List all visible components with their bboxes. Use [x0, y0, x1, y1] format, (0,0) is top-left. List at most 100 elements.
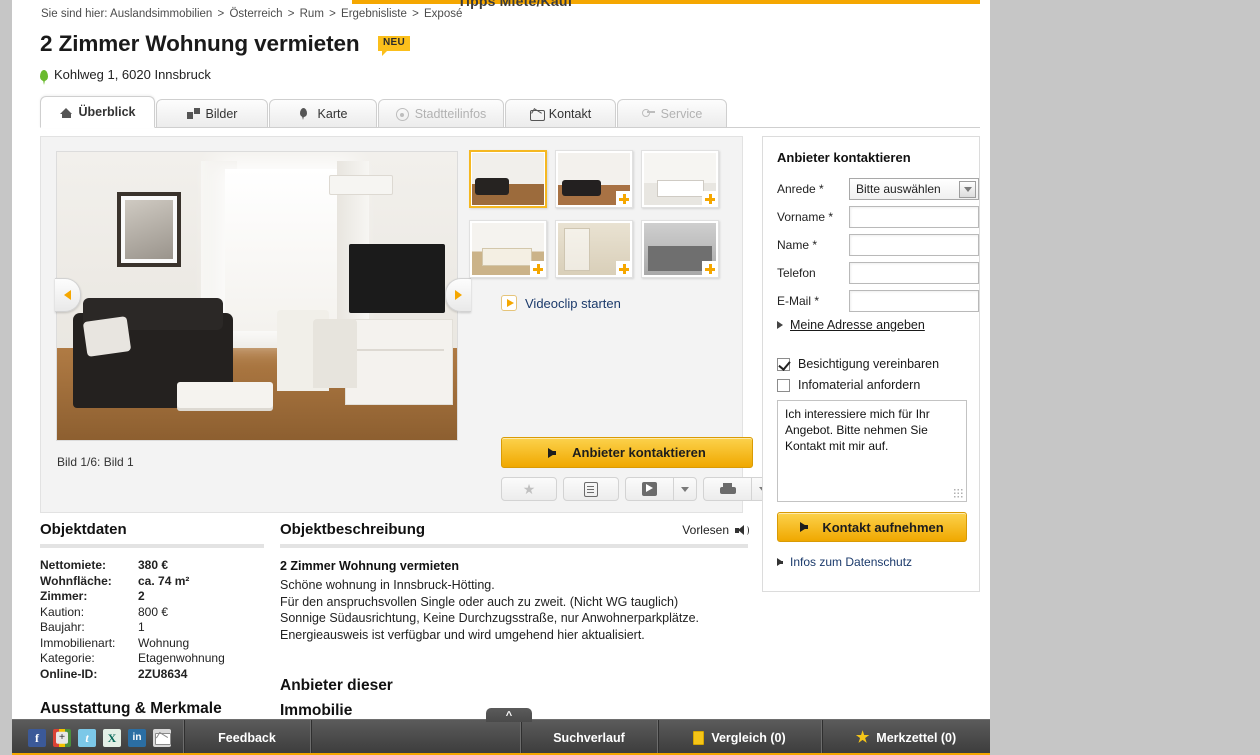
zoom-plus-icon [530, 261, 544, 275]
contact-form-panel: Anbieter kontaktieren Anrede * Bitte aus… [762, 136, 980, 592]
row-key: Baujahr: [40, 620, 85, 634]
thumbnail-0[interactable] [469, 150, 547, 208]
checkbox-besichtigung[interactable]: Besichtigung vereinbaren [777, 357, 939, 371]
vergleich-label: Vergleich (0) [711, 730, 786, 745]
message-textarea[interactable]: Ich interessiere mich für Ihr Angebot. B… [777, 400, 967, 502]
vorname-input[interactable] [849, 206, 979, 228]
anrede-select[interactable]: Bitte auswählen [849, 178, 979, 200]
vergleich-button[interactable]: Vergleich (0) [658, 720, 821, 755]
page-title: 2 Zimmer Wohnung vermieten [40, 31, 360, 56]
email-input[interactable] [849, 290, 979, 312]
breadcrumb-separator: > [287, 8, 295, 20]
description-subtitle: 2 Zimmer Wohnung vermieten [280, 559, 459, 573]
thumbnail-2[interactable] [641, 150, 719, 208]
anbieter-heading: Anbieter dieser Immobilie [280, 673, 460, 723]
breadcrumb-item-0[interactable]: Auslandsimmobilien [110, 8, 212, 20]
tab-kontakt[interactable]: Kontakt [505, 99, 616, 128]
merkzettel-button[interactable]: ★ Merkzettel (0) [822, 720, 990, 755]
description-body: Schöne wohnung in Innsbruck-Hötting. Für… [280, 577, 748, 643]
notes-button[interactable] [563, 477, 619, 501]
row-value: 800 € [138, 604, 169, 619]
zoom-plus-icon [702, 191, 716, 205]
printer-icon [719, 482, 736, 496]
section-divider [40, 544, 264, 548]
collapse-toolbar-button[interactable]: ^ [486, 708, 532, 722]
main-photo[interactable] [56, 151, 458, 441]
row-key: Kaution: [40, 604, 85, 619]
breadcrumb-item-2[interactable]: Rum [300, 8, 324, 20]
circle-dot-icon [395, 107, 409, 121]
objektdaten-heading: Objektdaten [40, 521, 127, 538]
row-value: ca. 74 m² [138, 573, 190, 588]
linkedin-icon[interactable]: in [128, 728, 146, 747]
arrow-right-icon [777, 558, 783, 566]
chevron-down-icon [959, 180, 976, 198]
arrow-right-icon [455, 290, 462, 300]
email-icon[interactable] [153, 728, 171, 747]
gallery-next-button[interactable] [445, 278, 471, 312]
resize-grip-icon[interactable] [953, 488, 963, 498]
twitter-icon[interactable]: t [78, 728, 96, 747]
field-label: Vorname * [777, 210, 834, 224]
address-text: Kohlweg 1, 6020 Innsbruck [54, 67, 211, 82]
submit-kontakt-button[interactable]: Kontakt aufnehmen [777, 512, 967, 542]
gallery-tool-row: ★ [501, 477, 775, 501]
merkzettel-button[interactable]: ★ [501, 477, 557, 501]
name-input[interactable] [849, 234, 979, 256]
share-icon [642, 482, 657, 496]
tab-karte[interactable]: Karte [269, 99, 377, 128]
share-dropdown[interactable] [673, 477, 697, 501]
ausstattung-heading: Ausstattung & Merkmale [40, 700, 222, 717]
print-button[interactable] [703, 477, 751, 501]
feedback-button[interactable]: Feedback [184, 720, 310, 755]
share-button[interactable] [625, 477, 673, 501]
toolbar-spacer: ^ [311, 708, 532, 755]
suchverlauf-button[interactable]: Suchverlauf [521, 720, 657, 755]
thumbnail-3[interactable] [469, 220, 547, 278]
telefon-input[interactable] [849, 262, 979, 284]
map-pin-icon [299, 107, 312, 120]
tab-ueberblick[interactable]: Überblick [40, 96, 155, 128]
privacy-link[interactable]: Infos zum Datenschutz [777, 555, 912, 569]
checkbox-icon[interactable] [777, 378, 790, 392]
row-value: 2 [138, 589, 145, 603]
section-divider [280, 544, 748, 548]
arrow-right-icon [800, 522, 809, 532]
breadcrumb-item-3[interactable]: Ergebnisliste [341, 8, 407, 20]
tab-label: Überblick [78, 105, 136, 119]
checkbox-infomaterial[interactable]: Infomaterial anfordern [777, 378, 920, 392]
checkbox-icon[interactable] [777, 357, 790, 371]
thumbnail-4[interactable] [555, 220, 633, 278]
desktop-left-margin [0, 0, 12, 755]
breadcrumb-separator: > [217, 8, 225, 20]
table-row: Baujahr: 1 [40, 620, 264, 636]
xing-icon[interactable]: X [103, 728, 121, 747]
screen: Tipps Miete/Kauf Sie sind hier: Auslands… [0, 0, 1260, 755]
anrede-selected-value: Bitte auswählen [856, 182, 941, 196]
speaker-icon [735, 524, 749, 536]
videoclip-link[interactable]: Videoclip starten [501, 295, 621, 311]
property-address: Kohlweg 1, 6020 Innsbruck [40, 67, 211, 85]
breadcrumb-item-1[interactable]: Österreich [229, 8, 282, 20]
zoom-plus-icon [616, 191, 630, 205]
facebook-icon[interactable]: f [28, 728, 46, 747]
message-text: Ich interessiere mich für Ihr Angebot. B… [785, 407, 930, 453]
objektbeschreibung-heading: Objektbeschreibung [280, 521, 426, 538]
row-value: 2ZU8634 [138, 666, 188, 681]
meine-adresse-toggle[interactable]: Meine Adresse angeben [777, 318, 925, 332]
vorlesen-button[interactable]: Vorlesen [682, 523, 749, 537]
description-line: Schöne wohnung in Innsbruck-Hötting. [280, 578, 495, 592]
field-label: Telefon [777, 266, 816, 280]
breadcrumb-item-4[interactable]: Exposé [424, 8, 462, 20]
home-icon [59, 106, 73, 119]
thumbnail-1[interactable] [555, 150, 633, 208]
suchverlauf-label: Suchverlauf [553, 730, 625, 745]
zoom-plus-icon [616, 261, 630, 275]
thumbnail-5[interactable] [641, 220, 719, 278]
google-plus-icon[interactable] [53, 728, 71, 747]
tab-label: Karte [317, 106, 348, 121]
tab-label: Bilder [205, 106, 238, 121]
submit-kontakt-label: Kontakt aufnehmen [822, 519, 944, 535]
tab-bilder[interactable]: Bilder [156, 99, 268, 128]
contact-provider-button[interactable]: Anbieter kontaktieren [501, 437, 753, 468]
